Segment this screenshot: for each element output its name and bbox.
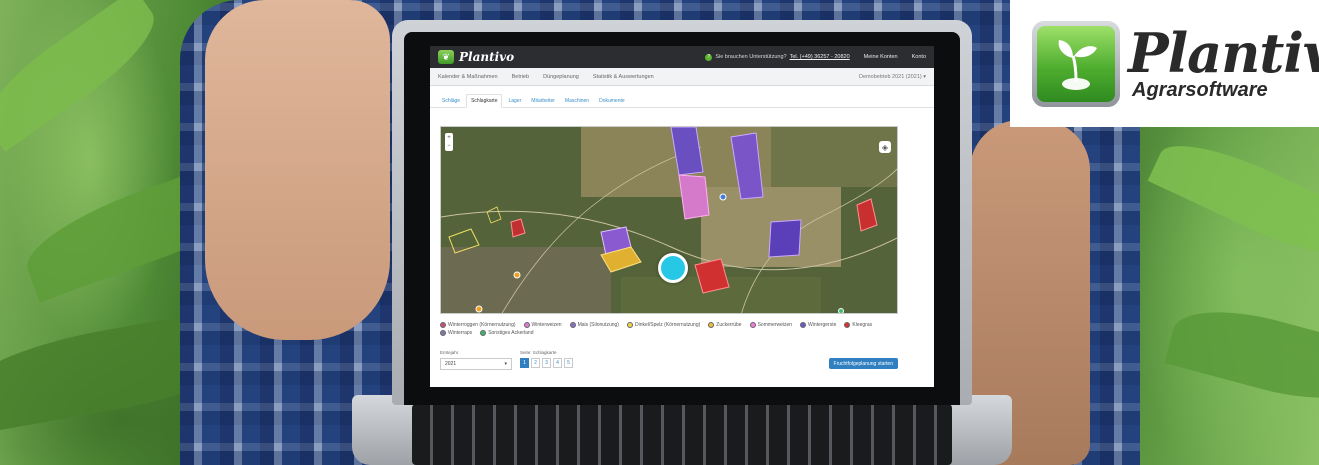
map-marker xyxy=(475,305,483,313)
legend-label: Sommerweizen xyxy=(757,322,793,328)
page-button[interactable]: 5 xyxy=(564,358,573,368)
tab-documents[interactable]: Dokumente xyxy=(595,95,629,107)
main-nav: Kalender & Maßnahmen Betrieb Düngeplanun… xyxy=(430,68,934,86)
map-controls: Erntejahr 2021 ▾ Seite: Schlagkarte 1234… xyxy=(440,350,898,374)
legend-label: Zuckerrübe xyxy=(716,322,742,328)
year-label: Erntejahr xyxy=(440,350,459,355)
legend-swatch xyxy=(480,330,487,336)
zoom-icon[interactable]: + − xyxy=(445,133,453,151)
legend-label: Kleegras xyxy=(852,322,873,328)
legend-swatch xyxy=(626,322,633,328)
tab-fields[interactable]: Schläge xyxy=(438,95,464,107)
legend-item: Mais (Silonutzung) xyxy=(569,322,619,328)
legend-swatch xyxy=(844,322,851,328)
satellite-map xyxy=(441,127,897,313)
tab-employees[interactable]: Mitarbeiter xyxy=(527,95,559,107)
page-button[interactable]: 3 xyxy=(542,358,551,368)
tab-machines[interactable]: Maschinen xyxy=(561,95,593,107)
legend-item: Dinkel/Spelz (Körnernutzung) xyxy=(626,322,701,328)
brand-name: Plantivo xyxy=(1128,20,1319,85)
legend-label: Winterraps xyxy=(448,330,473,336)
brand-logo-panel: Plantivo Agrarsoftware xyxy=(1010,0,1319,127)
legend-swatch xyxy=(440,322,446,328)
nav-item-calendar[interactable]: Kalender & Maßnahmen xyxy=(438,74,498,80)
legend-swatch xyxy=(440,330,446,336)
app-name: Plantivo xyxy=(459,50,515,64)
map-marker xyxy=(719,193,727,201)
legend-swatch xyxy=(708,322,715,328)
legend-label: Sonstiges Ackerland xyxy=(488,330,534,336)
leaf-decoration xyxy=(0,0,170,152)
legend-swatch xyxy=(749,322,756,328)
app-topbar: ❦ Plantivo ? Sie brauchen Unterstützung?… xyxy=(430,46,934,68)
profile-link[interactable]: Konto xyxy=(912,54,926,60)
field-map[interactable]: + − ◈ xyxy=(440,126,898,314)
legend-label: Winterweizen xyxy=(531,322,562,328)
nav-item-fertilization[interactable]: Düngeplanung xyxy=(543,74,579,80)
legend-label: Mais (Silonutzung) xyxy=(577,322,619,328)
map-marker xyxy=(838,308,844,313)
page-button[interactable]: 4 xyxy=(553,358,562,368)
tab-field-map[interactable]: Schlagkarte xyxy=(466,94,503,108)
legend-item: Zuckerrübe xyxy=(708,322,742,328)
legend-item: Winterroggen (Körnernutzung) xyxy=(440,322,516,328)
laptop-keyboard xyxy=(412,404,952,465)
laptop-lid: ❦ Plantivo ? Sie brauchen Unterstützung?… xyxy=(392,20,972,405)
support-info: ? Sie brauchen Unterstützung? Tel. (+49)… xyxy=(705,53,850,61)
support-phone-link[interactable]: Tel. (+49) 36257 - 20820 xyxy=(790,54,850,60)
laptop-bezel: ❦ Plantivo ? Sie brauchen Unterstützung?… xyxy=(404,32,960,405)
sprout-icon: ❦ xyxy=(438,50,454,64)
legend-swatch xyxy=(569,322,576,328)
brand-subtitle: Agrarsoftware xyxy=(1132,78,1268,101)
app-screen: ❦ Plantivo ? Sie brauchen Unterstützung?… xyxy=(430,46,934,387)
legend-item: Wintergerste xyxy=(800,322,836,328)
nav-item-statistics[interactable]: Statistik & Auswertungen xyxy=(593,74,654,80)
leaf-decoration xyxy=(1164,295,1319,415)
pager: 12345 xyxy=(520,358,573,368)
field-polygon xyxy=(768,219,802,258)
layers-icon[interactable]: ◈ xyxy=(879,141,891,153)
chevron-down-icon: ▾ xyxy=(504,361,507,367)
year-select[interactable]: 2021 ▾ xyxy=(440,358,512,370)
legend-item: Winterweizen xyxy=(523,322,562,328)
legend-swatch xyxy=(800,322,807,328)
start-planning-button[interactable]: Fruchtfolgeplanung starten xyxy=(828,358,898,369)
help-icon: ? xyxy=(705,53,713,61)
account-link[interactable]: Meine Konten xyxy=(864,54,898,60)
year-value: 2021 xyxy=(445,361,457,367)
legend-item: Sommerweizen xyxy=(749,322,793,328)
legend-item: Sonstiges Ackerland xyxy=(480,330,534,336)
person-left-hand xyxy=(205,0,390,340)
legend-item: Winterraps xyxy=(440,330,472,336)
plantivo-logo-icon xyxy=(1032,20,1120,107)
pager-label: Seite: Schlagkarte xyxy=(520,350,557,355)
page-button[interactable]: 1 xyxy=(520,358,529,368)
app-logo[interactable]: ❦ Plantivo xyxy=(438,50,514,64)
sub-tabs: Schläge Schlagkarte Lager Mitarbeiter Ma… xyxy=(430,90,934,108)
legend-label: Dinkel/Spelz (Körnernutzung) xyxy=(634,322,701,328)
tab-storage[interactable]: Lager xyxy=(504,95,525,107)
support-text: Sie brauchen Unterstützung? xyxy=(715,54,787,60)
legend-item: Kleegras xyxy=(844,322,872,328)
nav-item-farm[interactable]: Betrieb xyxy=(512,74,529,80)
crop-legend: Winterroggen (Körnernutzung) Winterweizen… xyxy=(440,322,900,336)
farm-selector[interactable]: Demobetrieb 2021 (2021) ▾ xyxy=(859,74,926,80)
legend-swatch xyxy=(523,322,530,328)
leaf-decoration xyxy=(1147,126,1319,274)
page-button[interactable]: 2 xyxy=(531,358,540,368)
legend-label: Wintergerste xyxy=(808,322,837,328)
legend-label: Winterroggen (Körnernutzung) xyxy=(448,322,516,328)
map-marker xyxy=(513,271,521,279)
cursor-indicator xyxy=(658,253,688,283)
